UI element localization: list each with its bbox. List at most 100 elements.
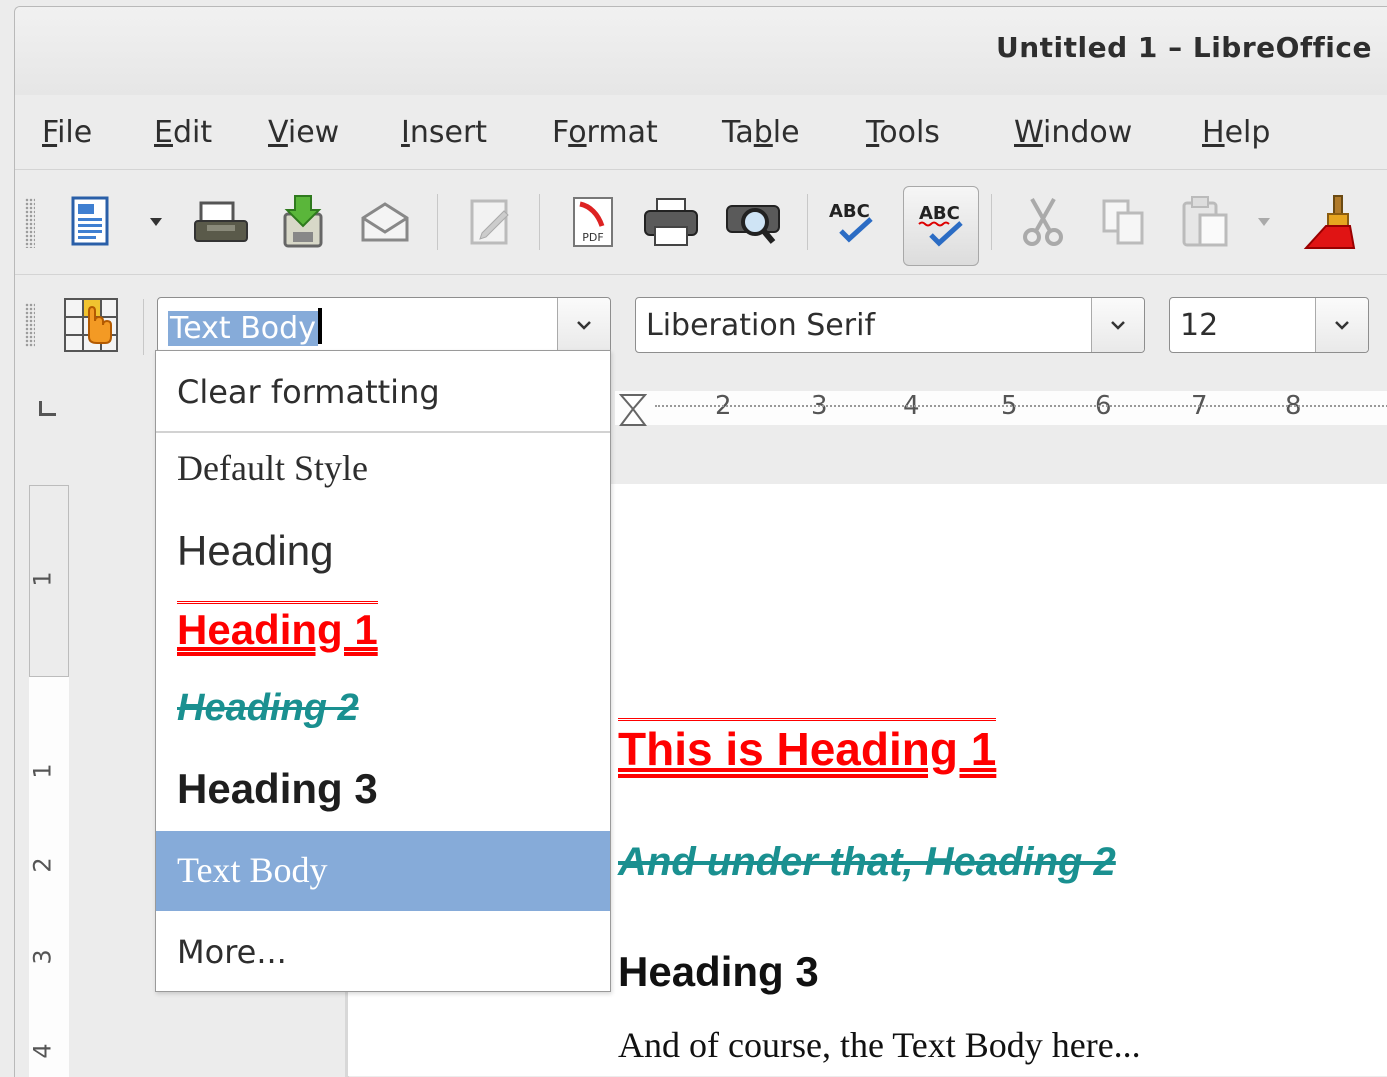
- standard-toolbar: PDF ABC ABC: [15, 170, 1387, 275]
- style-option-more[interactable]: More...: [156, 933, 610, 971]
- style-option-heading-2[interactable]: Heading 2: [156, 687, 610, 730]
- menu-format[interactable]: Format: [552, 115, 658, 150]
- menu-edit[interactable]: Edit: [154, 115, 212, 150]
- style-option-default-style[interactable]: Default Style: [156, 447, 610, 489]
- style-option-heading-1[interactable]: Heading 1: [156, 601, 610, 654]
- indent-marker-icon[interactable]: [619, 393, 647, 429]
- document-heading-1[interactable]: This is Heading 1: [618, 718, 997, 775]
- print-icon[interactable]: [641, 192, 701, 252]
- menu-tools-label: ools: [879, 115, 940, 150]
- chevron-down-icon: [1111, 321, 1125, 330]
- text-cursor: [317, 308, 322, 344]
- vertical-ruler[interactable]: 1 1 2 3 4: [29, 485, 69, 1077]
- paragraph-style-value: Text Body: [168, 311, 318, 346]
- menu-help[interactable]: Help: [1202, 115, 1270, 150]
- menu-format-mnemonic: o: [568, 115, 587, 150]
- menu-table-mnemonic: b: [753, 115, 773, 150]
- paragraph-style-dropdown-button[interactable]: [557, 298, 610, 352]
- new-document-icon[interactable]: [61, 192, 121, 252]
- style-option-heading[interactable]: Heading: [156, 527, 610, 575]
- toolbar-separator: [539, 194, 540, 250]
- menu-insert-mnemonic: I: [401, 115, 410, 150]
- document-heading-2[interactable]: And under that, Heading 2: [618, 840, 1116, 885]
- window-title: Untitled 1 – LibreOffice: [995, 31, 1372, 64]
- font-name-dropdown-button[interactable]: [1091, 298, 1144, 352]
- menu-table[interactable]: Table: [722, 115, 800, 150]
- menu-bar: File Edit View Insert Format Table Tools…: [15, 95, 1387, 170]
- svg-text:ABC: ABC: [829, 201, 870, 222]
- ruler-ticks: [655, 405, 1387, 407]
- ruler-label: 1: [28, 763, 57, 779]
- style-option-text-body[interactable]: Text Body: [156, 831, 610, 911]
- menu-view-label: iew: [287, 115, 340, 150]
- title-bar[interactable]: Untitled 1 – LibreOffice: [15, 7, 1387, 95]
- paste-icon[interactable]: [1175, 192, 1235, 252]
- toolbar-grip[interactable]: [25, 303, 35, 347]
- chevron-down-icon: [1335, 321, 1349, 330]
- menu-edit-mnemonic: E: [154, 115, 173, 150]
- copy-icon[interactable]: [1093, 192, 1153, 252]
- cut-icon[interactable]: [1013, 192, 1073, 252]
- paragraph-style-dropdown-list: Clear formatting Default Style Heading H…: [155, 350, 611, 992]
- menu-help-mnemonic: H: [1202, 115, 1225, 150]
- font-name-combobox[interactable]: Liberation Serif: [635, 297, 1145, 353]
- menu-format-pre: F: [552, 115, 569, 150]
- font-size-combobox[interactable]: 12: [1169, 297, 1369, 353]
- toolbar-separator: [991, 194, 992, 250]
- new-dropdown-arrow-icon[interactable]: [143, 192, 169, 252]
- ruler-label: 4: [28, 1043, 57, 1059]
- menu-file-mnemonic: F: [42, 115, 58, 150]
- styles-icon[interactable]: [61, 295, 121, 355]
- menu-tools-mnemonic: T: [866, 115, 880, 150]
- menu-window-mnemonic: W: [1014, 115, 1044, 150]
- menu-edit-label: dit: [172, 115, 213, 150]
- toolbar-separator: [143, 299, 144, 355]
- paste-dropdown-arrow-icon[interactable]: [1251, 192, 1277, 252]
- menu-view-mnemonic: V: [268, 115, 288, 150]
- ruler-track: 2 3 4 5 6 7 8: [615, 391, 1387, 426]
- menu-window-label: indow: [1043, 115, 1133, 150]
- font-name-input[interactable]: Liberation Serif: [646, 308, 875, 343]
- svg-text:ABC: ABC: [919, 203, 960, 224]
- save-icon[interactable]: [273, 192, 333, 252]
- ruler-label: 1: [28, 571, 57, 587]
- ruler-label: 2: [28, 857, 57, 873]
- menu-format-label: rmat: [586, 115, 658, 150]
- menu-table-pre: Ta: [722, 115, 754, 150]
- document-heading-3[interactable]: Heading 3: [618, 948, 819, 996]
- toolbar-grip[interactable]: [25, 198, 35, 248]
- font-size-dropdown-button[interactable]: [1315, 298, 1368, 352]
- paragraph-style-combobox[interactable]: Text Body: [157, 297, 611, 353]
- menu-insert-label: nsert: [409, 115, 488, 150]
- menu-tools[interactable]: Tools: [866, 115, 940, 150]
- menu-help-label: elp: [1224, 115, 1271, 150]
- svg-text:PDF: PDF: [582, 231, 603, 244]
- print-preview-icon[interactable]: [723, 192, 783, 252]
- open-icon[interactable]: [191, 192, 251, 252]
- email-icon[interactable]: [355, 192, 415, 252]
- menu-table-label: le: [772, 115, 800, 150]
- horizontal-ruler[interactable]: 2 3 4 5 6 7 8: [615, 385, 1387, 431]
- style-option-heading-1-label: Heading 1: [177, 601, 378, 653]
- toolbar-separator: [807, 194, 808, 250]
- menu-insert[interactable]: Insert: [401, 115, 487, 150]
- ruler-label: 3: [28, 949, 57, 965]
- toolbar-separator: [437, 194, 438, 250]
- menu-window[interactable]: Window: [1014, 115, 1132, 150]
- edit-mode-icon[interactable]: [461, 192, 521, 252]
- export-pdf-icon[interactable]: PDF: [563, 192, 623, 252]
- document-text-body[interactable]: And of course, the Text Body here...: [618, 1024, 1141, 1066]
- autospellcheck-icon[interactable]: ABC: [903, 186, 979, 266]
- font-size-input[interactable]: 12: [1180, 308, 1218, 343]
- paragraph-style-input[interactable]: Text Body: [168, 308, 322, 346]
- spelling-icon[interactable]: ABC: [821, 192, 881, 252]
- ruler-track: [29, 677, 69, 1077]
- menu-file[interactable]: File: [42, 115, 92, 150]
- tab-stop-selector[interactable]: [39, 401, 56, 416]
- clone-formatting-icon[interactable]: [1299, 192, 1359, 252]
- style-option-heading-3[interactable]: Heading 3: [156, 765, 610, 813]
- style-option-clear-formatting[interactable]: Clear formatting: [156, 351, 610, 433]
- menu-view[interactable]: View: [268, 115, 339, 150]
- chevron-down-icon: [577, 321, 591, 330]
- menu-file-label: ile: [57, 115, 93, 150]
